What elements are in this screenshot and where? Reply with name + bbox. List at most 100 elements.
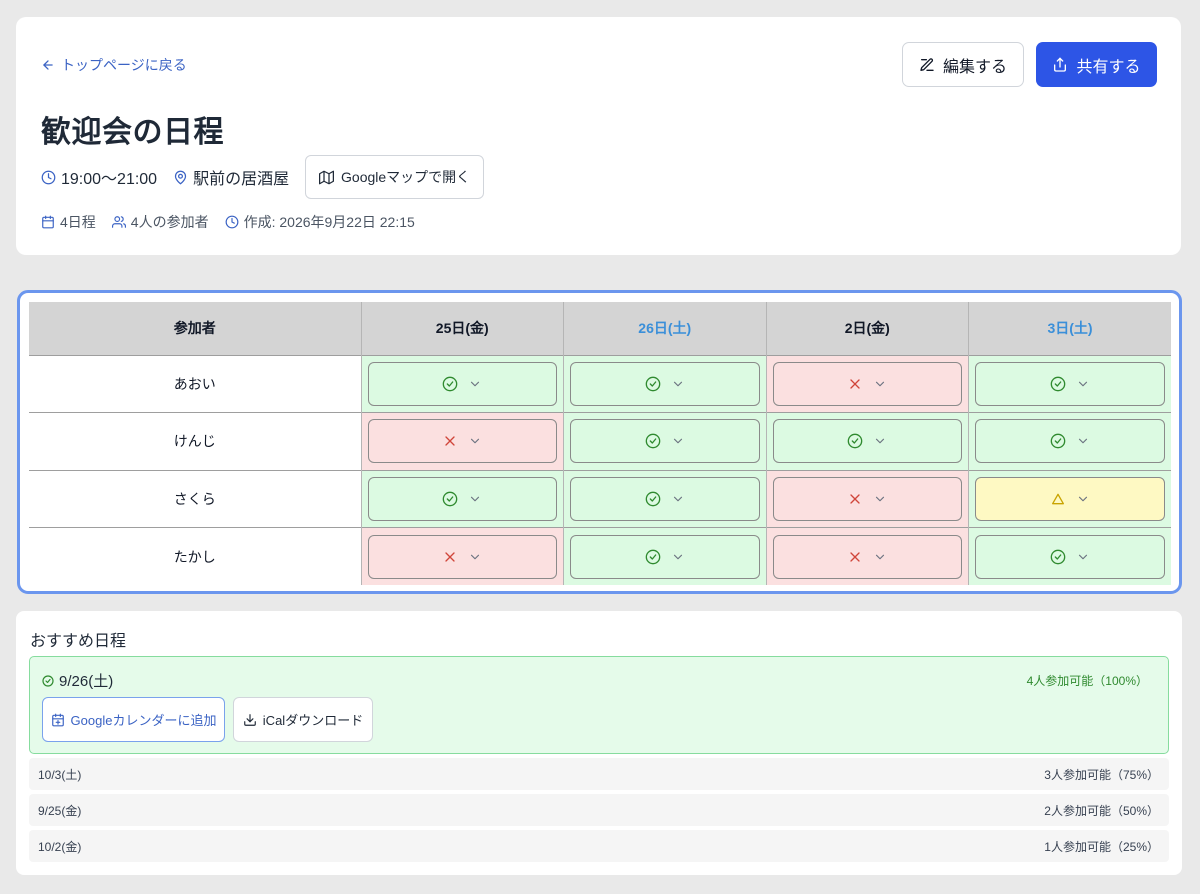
chevron-down-icon bbox=[1076, 377, 1090, 391]
back-to-top-link[interactable]: トップページに戻る bbox=[41, 55, 187, 75]
availability-cell bbox=[968, 527, 1171, 585]
clock-icon bbox=[41, 170, 56, 184]
alternative-date-row: 10/2(金) 1人参加可能（25%） bbox=[29, 830, 1169, 862]
chevron-down-icon bbox=[468, 492, 482, 506]
alternative-count: 3人参加可能（75%） bbox=[1044, 767, 1159, 782]
availability-cell bbox=[968, 354, 1171, 413]
add-google-calendar-button[interactable]: Googleカレンダーに追加 bbox=[42, 697, 225, 742]
best-date-text: 9/26(土) bbox=[59, 673, 114, 690]
x-icon bbox=[847, 491, 863, 507]
map-icon bbox=[319, 170, 335, 184]
availability-select[interactable] bbox=[772, 361, 962, 406]
chevron-down-icon bbox=[1076, 434, 1090, 448]
availability-cell bbox=[968, 469, 1171, 528]
check-circle-icon bbox=[645, 549, 661, 565]
availability-select[interactable] bbox=[570, 361, 760, 406]
ical-button-label: iCalダウンロード bbox=[262, 713, 364, 728]
participant-name: あおい bbox=[29, 354, 362, 413]
x-icon bbox=[442, 549, 458, 565]
schedule-table: 参加者 25日(金) 26日(土) 2日(金) 3日(土) あおい けんじ さくらた… bbox=[29, 302, 1171, 585]
availability-select[interactable] bbox=[975, 419, 1165, 464]
recommendation-card: おすすめ日程 9/26(土) 4人参加可能（100%） Googleカレンダーに… bbox=[16, 611, 1182, 875]
share-button-label: 共有する bbox=[1076, 58, 1141, 76]
check-circle-icon bbox=[1050, 376, 1066, 392]
calendar-plus-icon bbox=[51, 713, 64, 726]
recommendation-title: おすすめ日程 bbox=[30, 633, 127, 650]
edit-button-label: 編集する bbox=[942, 58, 1007, 76]
participant-column-header: 参加者 bbox=[29, 302, 362, 355]
chevron-down-icon bbox=[671, 377, 685, 391]
check-circle-icon bbox=[847, 433, 863, 449]
alternative-date-row: 9/25(金) 2人参加可能（50%） bbox=[29, 794, 1169, 826]
triangle-icon bbox=[1050, 491, 1066, 507]
availability-select[interactable] bbox=[570, 476, 760, 521]
best-date: 9/26(土) bbox=[42, 670, 113, 691]
x-icon bbox=[442, 433, 458, 449]
availability-cell bbox=[563, 469, 767, 528]
date-column-header: 2日(金) bbox=[766, 302, 969, 355]
availability-cell bbox=[766, 412, 969, 470]
edit-icon bbox=[920, 57, 934, 71]
availability-select[interactable] bbox=[367, 534, 557, 579]
availability-select[interactable] bbox=[570, 534, 760, 579]
open-google-map-button[interactable]: Googleマップで開く bbox=[305, 155, 485, 199]
availability-select[interactable] bbox=[367, 476, 557, 521]
event-info-row: 19:00〜21:00 駅前の居酒屋 Googleマップで開く bbox=[41, 155, 485, 199]
event-place-text: 駅前の居酒屋 bbox=[193, 171, 290, 188]
ical-download-button[interactable]: iCalダウンロード bbox=[233, 697, 373, 742]
edit-button[interactable]: 編集する bbox=[902, 42, 1024, 87]
alternative-date: 10/3(土) bbox=[38, 767, 82, 782]
availability-select[interactable] bbox=[772, 534, 962, 579]
created-at-text: 作成: 2026年9月22日 22:15 bbox=[243, 214, 415, 230]
availability-select[interactable] bbox=[772, 476, 962, 521]
availability-select[interactable] bbox=[975, 534, 1165, 579]
availability-select[interactable] bbox=[975, 476, 1165, 521]
date-column-header: 26日(土) bbox=[563, 302, 767, 355]
check-circle-icon bbox=[645, 376, 661, 392]
event-time: 19:00〜21:00 bbox=[41, 165, 157, 189]
check-circle-icon bbox=[645, 433, 661, 449]
date-count-text: 4日程 bbox=[60, 214, 96, 230]
participant-row: あおい bbox=[29, 354, 1171, 413]
schedule-header-row: 参加者 25日(金) 26日(土) 2日(金) 3日(土) bbox=[29, 302, 1171, 355]
check-circle-icon bbox=[1050, 549, 1066, 565]
availability-cell bbox=[563, 354, 767, 413]
calendar-icon bbox=[42, 215, 54, 229]
availability-cell bbox=[766, 354, 969, 413]
event-time-text: 19:00〜21:00 bbox=[61, 171, 158, 188]
availability-cell bbox=[361, 469, 564, 528]
arrow-left-icon bbox=[43, 60, 53, 70]
date-column-header: 3日(土) bbox=[968, 302, 1171, 355]
alternative-date-row: 10/3(土) 3人参加可能（75%） bbox=[29, 758, 1169, 790]
chevron-down-icon bbox=[468, 377, 482, 391]
check-circle-icon bbox=[442, 491, 458, 507]
alternative-count: 2人参加可能（50%） bbox=[1044, 803, 1159, 818]
schedule-table-body: あおい けんじ さくら たかし bbox=[29, 354, 1171, 585]
availability-cell bbox=[361, 354, 564, 413]
availability-select[interactable] bbox=[367, 361, 557, 406]
availability-select[interactable] bbox=[570, 419, 760, 464]
chevron-down-icon bbox=[468, 550, 482, 564]
participant-name: たかし bbox=[29, 527, 362, 585]
availability-select[interactable] bbox=[975, 361, 1165, 406]
best-date-count: 4人参加可能（100%） bbox=[1026, 674, 1148, 688]
google-calendar-button-label: Googleカレンダーに追加 bbox=[70, 713, 217, 728]
availability-select[interactable] bbox=[772, 419, 962, 464]
participant-row: さくら bbox=[29, 469, 1171, 528]
chevron-down-icon bbox=[1076, 492, 1090, 506]
chevron-down-icon bbox=[873, 550, 887, 564]
share-icon bbox=[1054, 57, 1067, 72]
availability-cell bbox=[361, 412, 564, 470]
alternative-count: 1人参加可能（25%） bbox=[1044, 839, 1159, 854]
check-circle-icon bbox=[42, 674, 54, 687]
availability-cell bbox=[563, 412, 767, 470]
event-meta-row: 4日程 4人の参加者 作成: 2026年9月22日 22:15 bbox=[41, 212, 431, 232]
alternative-date: 10/2(金) bbox=[38, 839, 82, 854]
availability-cell bbox=[766, 527, 969, 585]
participant-count: 4人の参加者 bbox=[111, 212, 209, 232]
availability-select[interactable] bbox=[367, 419, 557, 464]
check-circle-icon bbox=[442, 376, 458, 392]
participant-row: たかし bbox=[29, 527, 1171, 585]
share-button[interactable]: 共有する bbox=[1036, 42, 1157, 87]
availability-cell bbox=[361, 527, 564, 585]
